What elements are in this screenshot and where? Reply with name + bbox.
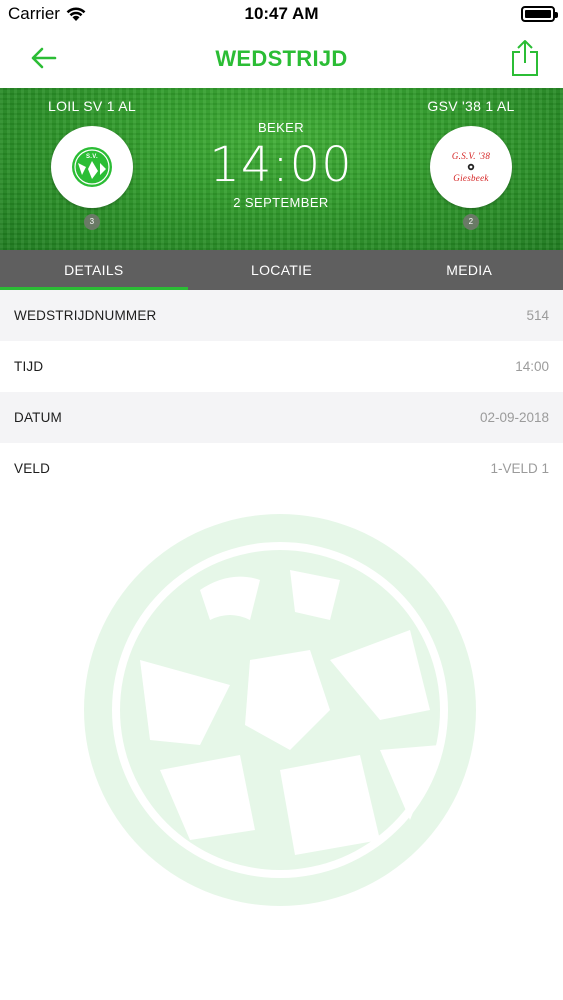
- page-title: WEDSTRIJD: [215, 46, 348, 71]
- home-team-logo: S.V.: [51, 126, 133, 208]
- tab-media[interactable]: MEDIA: [375, 250, 563, 290]
- detail-value: 514: [526, 308, 549, 323]
- away-logo-top-text: G.S.V. '38: [452, 151, 490, 161]
- battery-icon: [521, 6, 558, 22]
- status-bar: Carrier 10:47 AM: [0, 0, 563, 30]
- home-rank-badge: 3: [84, 214, 100, 230]
- detail-row-tijd: TIJD 14:00: [0, 341, 563, 392]
- away-team-name: GSV '38 1 AL: [427, 98, 515, 114]
- back-button[interactable]: [24, 38, 64, 78]
- tab-locatie[interactable]: LOCATIE: [188, 250, 376, 290]
- detail-label: WEDSTRIJDNUMMER: [14, 308, 157, 323]
- kickoff-time: 14:00: [209, 137, 353, 193]
- share-icon: [512, 40, 538, 76]
- detail-value: 14:00: [515, 359, 549, 374]
- club-logo-icon: G.S.V. '38 Giesbeek: [452, 151, 490, 183]
- nav-bar: WEDSTRIJD: [0, 30, 563, 88]
- status-time: 10:47 AM: [244, 4, 319, 23]
- club-logo-icon: S.V.: [72, 147, 112, 187]
- match-header: LOIL SV 1 AL S.V. 3 BEKER 14:00 2 SEPTEM…: [0, 88, 563, 250]
- detail-label: VELD: [14, 461, 51, 476]
- competition-label: BEKER: [257, 120, 305, 135]
- home-team[interactable]: LOIL SV 1 AL S.V. 3: [12, 98, 172, 230]
- detail-value: 02-09-2018: [479, 410, 549, 425]
- away-team-logo: G.S.V. '38 Giesbeek: [430, 126, 512, 208]
- detail-row-veld: VELD 1-VELD 1: [0, 443, 563, 494]
- detail-label: TIJD: [14, 359, 44, 374]
- share-button[interactable]: [505, 36, 545, 80]
- detail-label: DATUM: [14, 410, 62, 425]
- detail-value: 1-VELD 1: [490, 461, 549, 476]
- tab-details[interactable]: DETAILS: [0, 250, 188, 290]
- tab-bar: DETAILS LOCATIE MEDIA: [0, 250, 563, 290]
- home-logo-text: S.V.: [86, 154, 98, 160]
- away-logo-bottom-text: Giesbeek: [453, 173, 489, 183]
- away-rank-badge: 2: [463, 214, 479, 230]
- home-team-name: LOIL SV 1 AL: [48, 98, 136, 114]
- detail-row-wedstrijdnummer: WEDSTRIJDNUMMER 514: [0, 290, 563, 341]
- detail-row-datum: DATUM 02-09-2018: [0, 392, 563, 443]
- arrow-left-icon: [31, 47, 57, 69]
- match-info: BEKER 14:00 2 SEPTEMBER: [181, 120, 381, 210]
- watermark-logo-icon: [84, 514, 476, 906]
- away-team[interactable]: GSV '38 1 AL G.S.V. '38 Giesbeek 2: [391, 98, 551, 230]
- match-date: 2 SEPTEMBER: [233, 195, 329, 210]
- details-list: WEDSTRIJDNUMMER 514 TIJD 14:00 DATUM 02-…: [0, 290, 563, 494]
